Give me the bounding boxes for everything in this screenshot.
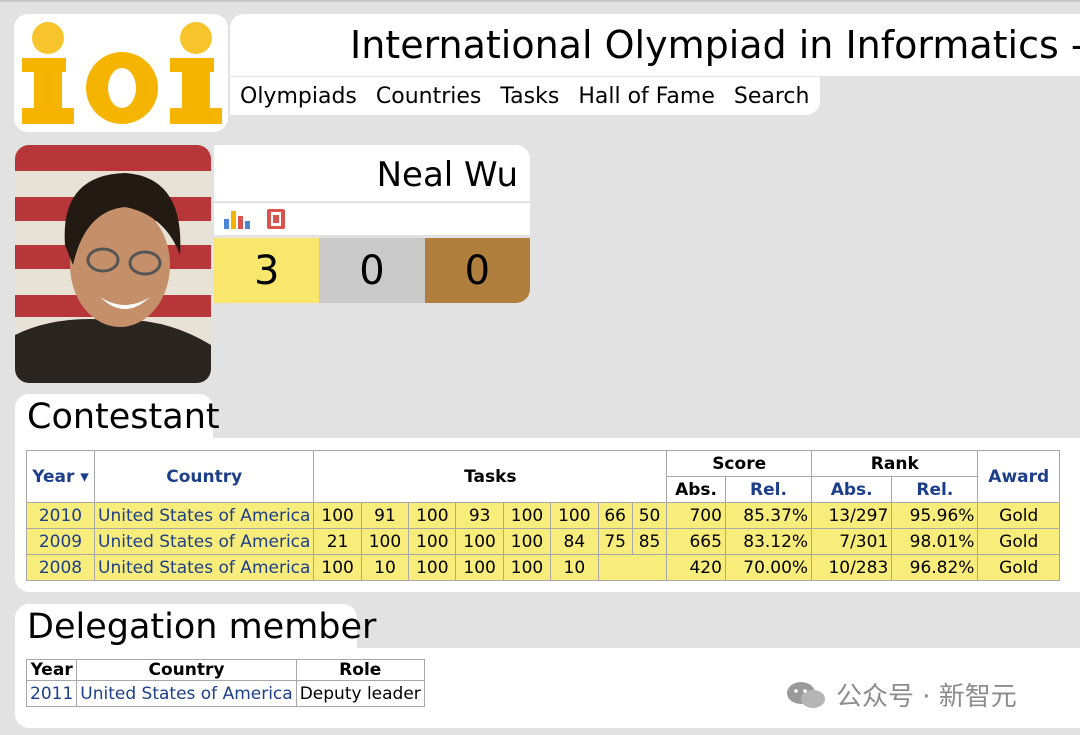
col-score-rel[interactable]: Rel. (724, 476, 813, 503)
award: Gold (977, 554, 1060, 581)
rank-abs: 10/283 (811, 554, 893, 581)
rank-abs: 13/297 (811, 502, 893, 529)
score-abs: 420 (666, 554, 726, 581)
watermark: 公众号 · 新智元 (786, 676, 1017, 713)
task-score: 100 (313, 554, 362, 581)
task-score: 100 (408, 502, 457, 529)
col-role: Role (295, 659, 425, 681)
rank-rel: 96.82% (891, 554, 979, 581)
task-score: 66 (597, 502, 633, 529)
col-award[interactable]: Award (977, 450, 1060, 503)
col-rank-abs[interactable]: Abs. (811, 476, 893, 503)
task-score: 100 (408, 528, 457, 555)
col-tasks: Tasks (313, 450, 668, 503)
task-score: 84 (550, 528, 599, 555)
task-score: 100 (408, 554, 457, 581)
ioi-logo-graphic (22, 22, 222, 124)
task-score: 93 (455, 502, 504, 529)
score-rel: 85.37% (724, 502, 813, 529)
silver-medal-count: 0 (319, 238, 425, 303)
profile-icon-row (214, 203, 530, 235)
delegation-heading: Delegation member (15, 604, 376, 650)
award: Gold (977, 528, 1060, 555)
document-icon[interactable] (266, 208, 286, 230)
task-score: 50 (631, 502, 668, 529)
score-rel: 70.00% (724, 554, 813, 581)
score-abs: 700 (666, 502, 726, 529)
nav-hall-of-fame[interactable]: Hall of Fame (578, 84, 715, 109)
col-country[interactable]: Country (93, 450, 315, 503)
col-year: Year (25, 659, 78, 681)
row-year-link[interactable]: 2010 (26, 502, 95, 529)
contestant-heading: Contestant (15, 394, 220, 440)
medal-counts: 3 0 0 (214, 238, 530, 303)
site-title: International Olympiad in Informatics - … (230, 14, 1080, 76)
col-rank-rel[interactable]: Rel. (891, 476, 979, 503)
task-score: 10 (360, 554, 410, 581)
score-abs: 665 (666, 528, 726, 555)
row-country-link[interactable]: United States of America (93, 554, 315, 581)
task-score: 91 (360, 502, 410, 529)
row-country-link[interactable]: United States of America (76, 680, 297, 707)
col-year[interactable]: Year ▾ (26, 450, 95, 503)
rank-rel: 95.96% (891, 502, 979, 529)
task-score: 100 (360, 528, 410, 555)
row-year-link[interactable]: 2008 (26, 554, 95, 581)
row-year-link[interactable]: 2009 (26, 528, 95, 555)
contestant-name: Neal Wu (214, 145, 530, 201)
table-row: 2010 United States of America 100 91 100… (26, 502, 1060, 529)
gold-medal-count: 3 (214, 238, 320, 303)
row-role: Deputy leader (295, 680, 425, 707)
table-row: 2008 United States of America 100 10 100… (26, 554, 1060, 581)
col-score-abs: Abs. (666, 476, 726, 503)
task-score: 85 (631, 528, 668, 555)
main-nav: Olympiads Countries Tasks Hall of Fame S… (230, 77, 820, 115)
score-rel: 83.12% (724, 528, 813, 555)
contestant-results-table: Year ▾ Country Tasks Score Rank Award Ab… (26, 450, 1060, 581)
task-score: 10 (550, 554, 599, 581)
bronze-medal-count: 0 (424, 238, 530, 303)
rank-rel: 98.01% (891, 528, 979, 555)
col-rank: Rank (811, 450, 979, 477)
table-row: 2009 United States of America 21 100 100… (26, 528, 1060, 555)
task-score: 100 (455, 528, 504, 555)
task-score: 75 (597, 528, 633, 555)
ioi-logo[interactable] (14, 14, 228, 132)
task-score-empty (597, 554, 668, 581)
row-country-link[interactable]: United States of America (93, 528, 315, 555)
award: Gold (977, 502, 1060, 529)
row-country-link[interactable]: United States of America (93, 502, 315, 529)
col-country: Country (76, 659, 297, 681)
table-row: 2011 United States of America Deputy lea… (25, 680, 425, 707)
rank-abs: 7/301 (811, 528, 893, 555)
task-score: 21 (313, 528, 362, 555)
task-score: 100 (502, 528, 552, 555)
nav-countries[interactable]: Countries (376, 84, 482, 109)
task-score: 100 (550, 502, 599, 529)
nav-search[interactable]: Search (734, 84, 810, 109)
bar-chart-icon[interactable] (224, 209, 252, 229)
task-score: 100 (502, 554, 552, 581)
task-score: 100 (455, 554, 504, 581)
row-year-link[interactable]: 2011 (25, 680, 78, 707)
profile-photo (15, 145, 211, 383)
watermark-text: 公众号 · 新智元 (836, 682, 1017, 712)
nav-olympiads[interactable]: Olympiads (240, 84, 357, 109)
task-score: 100 (313, 502, 362, 529)
wechat-icon (787, 681, 825, 708)
top-border (0, 0, 1080, 2)
task-score: 100 (502, 502, 552, 529)
nav-tasks[interactable]: Tasks (500, 84, 559, 109)
delegation-table: Year Country Role 2011 United States of … (25, 659, 425, 707)
col-score: Score (666, 450, 813, 477)
